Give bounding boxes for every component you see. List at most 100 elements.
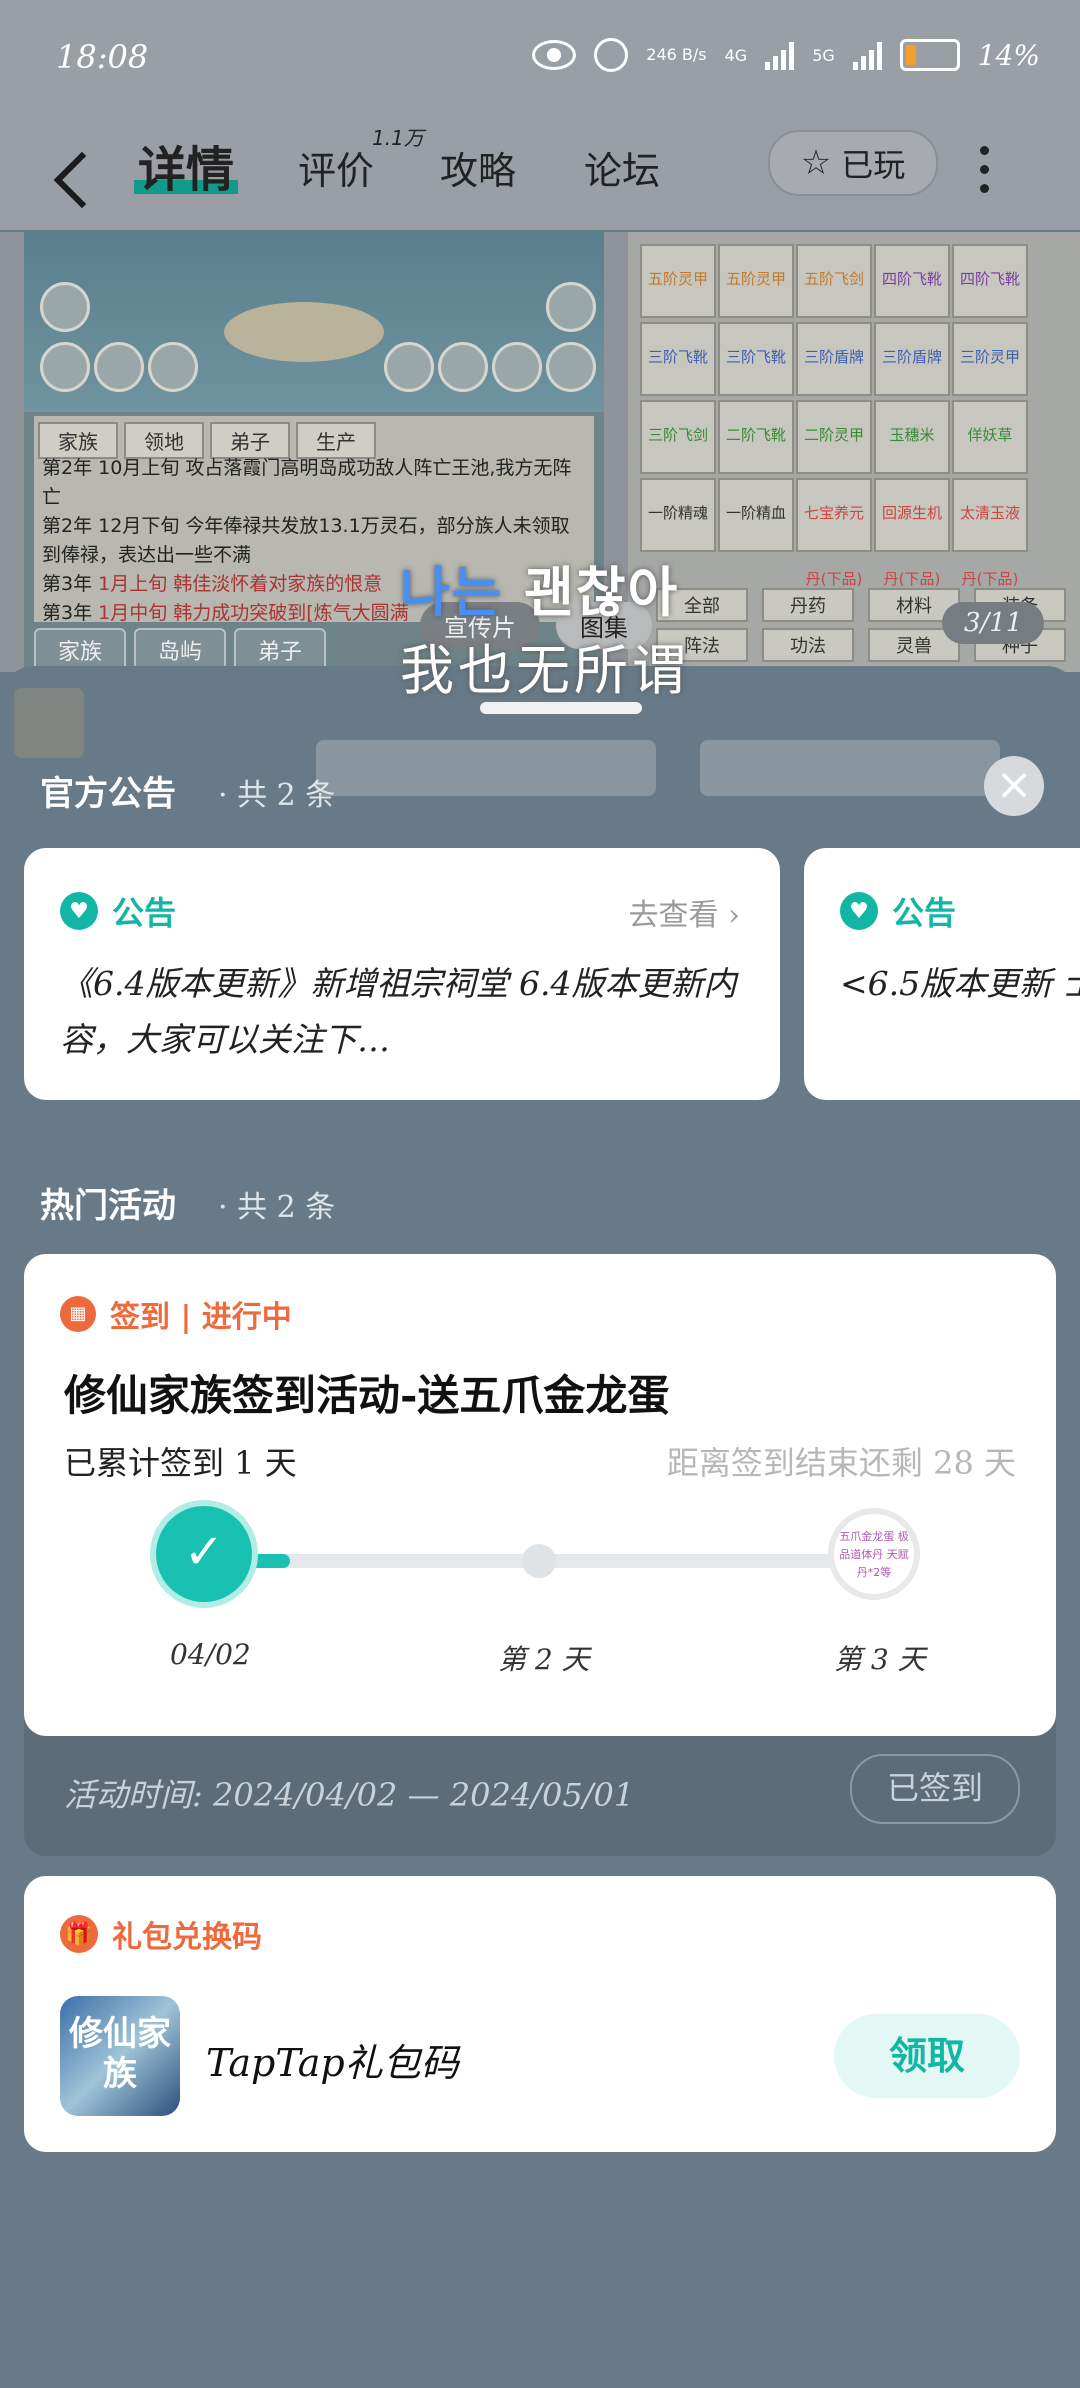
- inventory-cell: 四阶飞靴: [874, 244, 950, 318]
- log-text: 10月上旬 攻占落霞门高明岛成功敌人阵亡王池,我方无阵亡: [42, 457, 572, 508]
- tab-detail[interactable]: 详情: [138, 130, 234, 200]
- activity-title: 修仙家族签到活动-送五爪金龙蛋: [64, 1371, 670, 1420]
- blurred-field: [316, 740, 656, 796]
- status-bar: 18:08 246 B/s 4G 5G 14%: [0, 0, 1080, 120]
- activity-time: 活动时间: 2024/04/02 — 2024/05/01: [64, 1776, 635, 1814]
- close-icon: ×: [995, 759, 1033, 810]
- notice-card[interactable]: ♥ 公告 去查看 › 《6.4版本更新》新增祖宗祠堂 6.4版本更新内容，大家可…: [24, 848, 780, 1100]
- map-icon: [94, 342, 144, 392]
- day-label: 第 3 天: [834, 1643, 926, 1676]
- signed-button[interactable]: 已签到: [850, 1754, 1020, 1824]
- inventory-cell: 五阶灵甲: [640, 244, 716, 318]
- checkin-node-day3: 五爪金龙蛋 极品道体丹 天赋丹*2等: [828, 1508, 920, 1600]
- notice-text: 《6.4版本更新》新增祖宗祠堂 6.4版本更新内容，大家可以关注下…: [60, 964, 737, 1059]
- gift-card[interactable]: 🎁 礼包兑换码 修仙家族 TapTap礼包码 领取: [24, 1876, 1056, 2152]
- island: [224, 302, 384, 362]
- nav-bar: 详情 评价 1.1万 攻略 论坛 ☆ 已玩: [0, 120, 1080, 230]
- subtitle-white: 괜찮아: [503, 561, 680, 624]
- notice-badge: ♥ 公告: [840, 888, 956, 934]
- activity-remaining: 距离签到结束还剩 28 天: [666, 1444, 1016, 1482]
- log-text: 1月上旬 韩佳淡怀着对家族的恨意: [98, 573, 383, 595]
- net-type-5g: 5G: [812, 45, 835, 65]
- map-icon: [148, 342, 198, 392]
- day-label: 第 2 天: [498, 1643, 590, 1676]
- notice-badge-label: 公告: [892, 894, 957, 932]
- checkin-node-day2: [522, 1544, 556, 1578]
- tab-guide[interactable]: 攻略: [440, 140, 516, 195]
- chevron-right-icon: ›: [728, 898, 740, 933]
- status-time: 18:08: [56, 38, 149, 76]
- notice-card[interactable]: ♥ 公告 <6.5版本更新 士: [804, 848, 1080, 1100]
- view-link[interactable]: 去查看 ›: [628, 890, 740, 934]
- net-speed: 246 B/s: [646, 45, 707, 64]
- map-icon: [492, 342, 542, 392]
- map-icon: [438, 342, 488, 392]
- log-year: 第2年: [42, 515, 93, 537]
- inventory-cell: 三阶飞靴: [640, 322, 716, 396]
- inventory-tab: 功法: [762, 628, 854, 662]
- inventory-cell: 三阶灵甲: [952, 322, 1028, 396]
- blurred-badge: [14, 688, 84, 758]
- signal-icon: [765, 40, 795, 70]
- inventory-tab: 丹药: [762, 588, 854, 622]
- gift-name: TapTap礼包码: [206, 2041, 459, 2085]
- day-label: 04/02: [170, 1638, 251, 1671]
- activity-tag-label: 签到 | 进行中: [110, 1300, 292, 1335]
- video-subtitle-korean: 나는 괜찮아: [400, 548, 679, 627]
- activity-card[interactable]: ▦ 签到 | 进行中 修仙家族签到活动-送五爪金龙蛋 已累计签到 1 天 距离签…: [24, 1254, 1056, 1736]
- notice-text: <6.5版本更新 士: [840, 964, 1080, 1003]
- notice-badge-label: 公告: [112, 894, 177, 932]
- checkin-node-day1: [156, 1506, 252, 1602]
- video-subtitle-chinese: 我也无所谓: [400, 639, 690, 702]
- tab-review[interactable]: 评价: [298, 140, 374, 195]
- map-icon: [546, 282, 596, 332]
- close-button[interactable]: ×: [984, 756, 1044, 816]
- log-year: 第3年: [42, 602, 93, 624]
- inventory-cell: 四阶飞靴: [952, 244, 1028, 318]
- activity-tag: ▦ 签到 | 进行中: [60, 1292, 292, 1336]
- map-icon: [40, 342, 90, 392]
- inventory-cell: 一阶精魂: [640, 478, 716, 552]
- inventory-cell: 二阶飞靴: [718, 400, 794, 474]
- more-icon[interactable]: [980, 146, 990, 193]
- battery-icon: [899, 39, 960, 71]
- played-button[interactable]: ☆ 已玩: [768, 130, 938, 196]
- log-row: 第2年 10月上旬 攻占落霞门高明岛成功敌人阵亡王池,我方无阵亡: [42, 454, 582, 512]
- events-sheet: 官方公告 · 共 2 条 × ♥ 公告 去查看 › 《6.4版本更新》新增祖宗祠…: [0, 666, 1080, 2388]
- notices-title: 官方公告: [40, 774, 176, 814]
- tab-forum[interactable]: 论坛: [584, 140, 660, 195]
- view-link-label: 去查看: [628, 898, 719, 933]
- inventory-cell: 三阶飞靴: [718, 322, 794, 396]
- map-icon: [40, 282, 90, 332]
- activities-title: 热门活动: [40, 1186, 176, 1226]
- map-icon: [384, 342, 434, 392]
- inventory-cell: 一阶精血: [718, 478, 794, 552]
- log-year: 第2年: [42, 457, 93, 479]
- subtitle-blue: 나는: [400, 561, 504, 624]
- inventory-cell: 佯妖草: [952, 400, 1028, 474]
- gallery-counter: 3/11: [942, 602, 1045, 644]
- played-label: 已玩: [841, 146, 906, 184]
- review-count: 1.1万: [372, 126, 424, 150]
- heart-icon: ♥: [60, 892, 98, 930]
- net-type-4g: 4G: [724, 45, 748, 65]
- calendar-icon: ▦: [60, 1296, 96, 1332]
- notice-badge: ♥ 公告: [60, 888, 176, 934]
- map-icon: [546, 342, 596, 392]
- inventory-cell: 三阶飞剑: [640, 400, 716, 474]
- status-icons: 246 B/s 4G 5G 14%: [532, 38, 1040, 72]
- back-icon[interactable]: [53, 151, 111, 209]
- gift-tag: 🎁 礼包兑换码: [60, 1912, 262, 1956]
- log-year: 第3年: [42, 573, 93, 595]
- inventory-cell: 三阶盾牌: [796, 322, 872, 396]
- claim-button[interactable]: 领取: [834, 2014, 1020, 2098]
- inventory-cell: 五阶灵甲: [718, 244, 794, 318]
- notices-count: · 共 2 条: [218, 778, 336, 813]
- inventory-cell: 五阶飞剑: [796, 244, 872, 318]
- inventory-cell: 玉穗米: [874, 400, 950, 474]
- eye-icon: [532, 40, 577, 70]
- inventory-cell: 七宝养元丹(下品): [796, 478, 872, 588]
- gift-tag-label: 礼包兑换码: [112, 1920, 262, 1955]
- activities-count: · 共 2 条: [218, 1190, 336, 1225]
- inventory-cell: 回源生机丹(下品): [874, 478, 950, 588]
